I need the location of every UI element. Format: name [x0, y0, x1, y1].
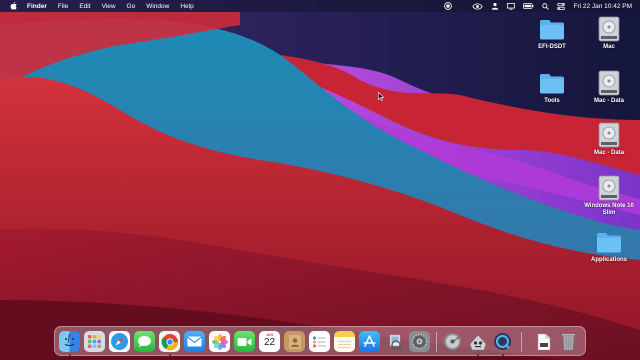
menu-file[interactable]: File	[58, 3, 68, 10]
photos-icon[interactable]	[209, 331, 230, 352]
apple-menu-icon[interactable]	[8, 2, 18, 10]
menu-clock[interactable]: Fri 22 Jan 10:42 PM	[573, 3, 632, 10]
hard-drive-icon	[596, 122, 622, 148]
running-indicator	[68, 354, 71, 356]
dock-divider	[436, 332, 437, 352]
desktop-folder-applications[interactable]: Applications	[585, 229, 633, 264]
folder-icon	[539, 70, 565, 96]
menu-edit[interactable]: Edit	[79, 3, 90, 10]
hard-drive-icon	[596, 70, 622, 96]
preview-icon[interactable]	[384, 331, 405, 352]
running-indicator	[168, 354, 171, 356]
trash-icon[interactable]	[558, 331, 579, 352]
hard-drive-icon	[596, 175, 622, 201]
desktop-folder-tools[interactable]: Tools	[528, 70, 576, 105]
folder-icon	[596, 229, 622, 255]
desktop-icon-label: Mac - Data	[593, 150, 624, 156]
user-switch-icon[interactable]	[491, 2, 499, 10]
messages-icon[interactable]	[134, 331, 155, 352]
reminders-icon[interactable]	[309, 331, 330, 352]
dock: JAN 22	[54, 326, 586, 356]
menu-view[interactable]: View	[102, 3, 116, 10]
search-icon[interactable]	[542, 2, 550, 10]
calendar-icon[interactable]: JAN 22	[259, 331, 280, 352]
eye-icon[interactable]	[472, 2, 484, 10]
mail-icon[interactable]	[184, 331, 205, 352]
desktop-drive-mac-data-2[interactable]: Mac - Data	[585, 122, 633, 157]
desktop-icon-label: Windows Note 10 Slim	[584, 203, 634, 216]
app-store-icon[interactable]	[359, 331, 380, 352]
chrome-icon[interactable]	[159, 331, 180, 352]
dock-divider	[521, 332, 522, 352]
mouse-pointer-icon	[378, 92, 384, 101]
desktop-wallpaper	[0, 0, 640, 360]
finder-icon[interactable]	[59, 331, 80, 352]
battery-icon[interactable]	[523, 3, 534, 9]
desktop-icon-label: EFI-DSDT	[538, 44, 566, 50]
facetime-icon[interactable]	[234, 331, 255, 352]
automator-icon[interactable]	[467, 331, 488, 352]
folder-icon	[539, 16, 565, 42]
desktop-icon-label: Applications	[590, 257, 627, 263]
system-preferences-icon[interactable]	[409, 331, 430, 352]
desktop-drive-windows[interactable]: Windows Note 10 Slim	[581, 175, 637, 217]
menu-bar: Finder File Edit View Go Window Help Fri…	[0, 0, 640, 12]
menu-go[interactable]: Go	[127, 3, 136, 10]
menu-app-finder[interactable]: Finder	[27, 3, 47, 10]
desktop-icon-label: Mac - Data	[593, 98, 624, 104]
hard-drive-icon	[596, 16, 622, 42]
desktop-drive-mac-data-1[interactable]: Mac - Data	[585, 70, 633, 105]
quicktime-icon[interactable]	[492, 331, 513, 352]
control-center-icon[interactable]	[557, 2, 566, 10]
notes-icon[interactable]	[334, 331, 355, 352]
desktop-icon-label: Mac	[603, 44, 615, 50]
menu-extras: Fri 22 Jan 10:42 PM	[444, 0, 632, 12]
document-icon[interactable]	[533, 331, 554, 352]
display-icon[interactable]	[507, 2, 516, 10]
menu-window[interactable]: Window	[146, 3, 169, 10]
launchpad-icon[interactable]	[84, 331, 105, 352]
running-indicator	[476, 354, 479, 356]
contacts-icon[interactable]	[284, 331, 305, 352]
menu-help[interactable]: Help	[180, 3, 193, 10]
screen-record-icon[interactable]	[444, 2, 453, 10]
running-indicator	[501, 354, 504, 356]
desktop-drive-mac[interactable]: Mac	[585, 16, 633, 51]
safari-icon[interactable]	[109, 331, 130, 352]
disk-utility-icon[interactable]	[442, 331, 463, 352]
desktop-folder-efi-dsdt[interactable]: EFI-DSDT	[528, 16, 576, 51]
desktop-icon-label: Tools	[544, 98, 560, 104]
calendar-day: 22	[263, 337, 276, 348]
